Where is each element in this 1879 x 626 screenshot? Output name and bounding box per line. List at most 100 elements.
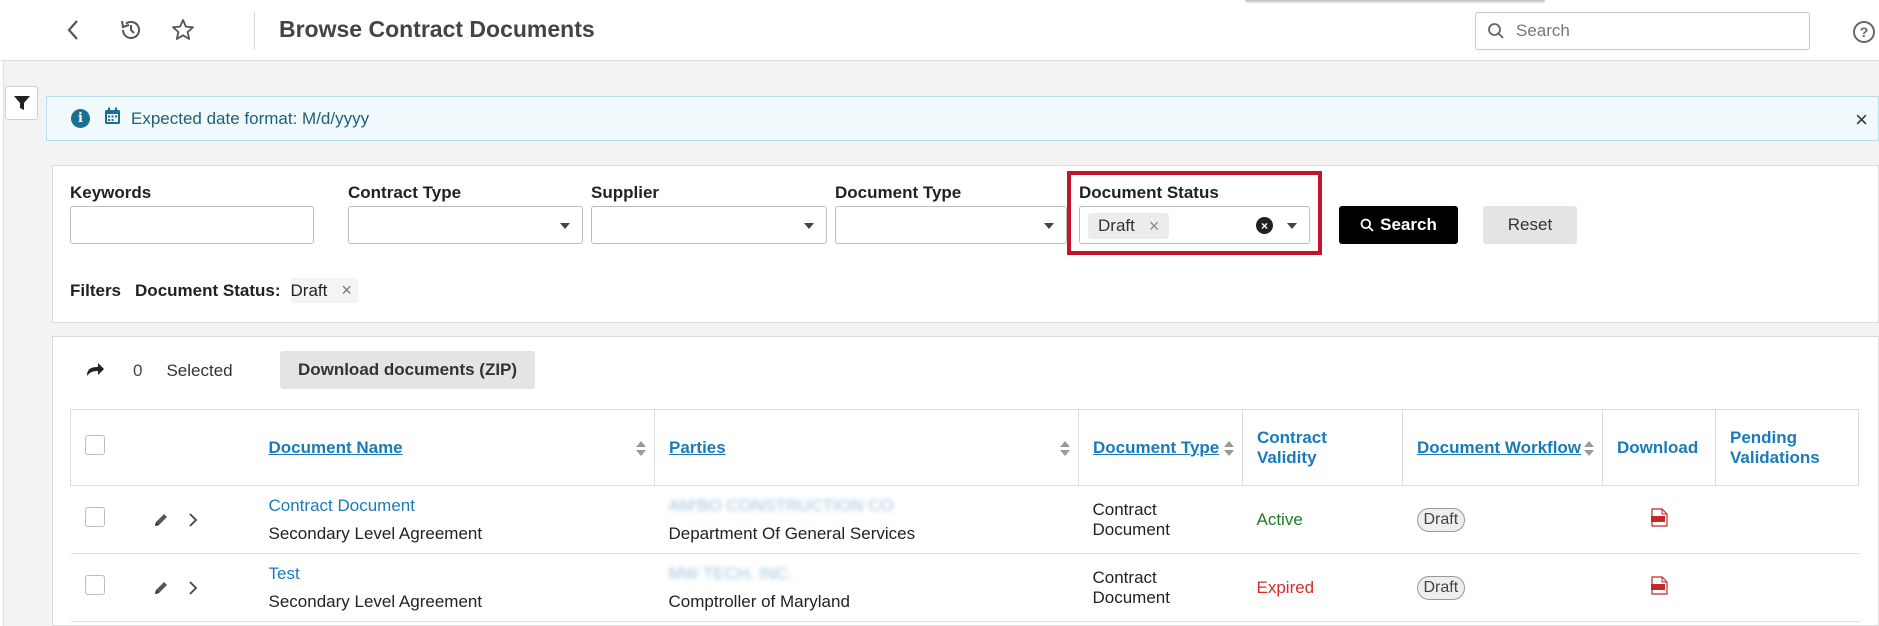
col-contract-validity-label: Contract Validity: [1257, 427, 1327, 467]
col-document-workflow-label[interactable]: Document Workflow: [1417, 438, 1581, 457]
sort-icon[interactable]: [1584, 441, 1594, 457]
document-type-cell: Contract Document: [1078, 553, 1243, 622]
pending-validations-cell: [1715, 485, 1859, 554]
app-header: Browse Contract Documents ?: [0, 0, 1879, 61]
close-icon[interactable]: ×: [1855, 107, 1868, 133]
col-pending-validations-label: Pending Validations: [1730, 427, 1820, 467]
col-contract-validity: Contract Validity: [1242, 409, 1403, 486]
star-icon[interactable]: [168, 14, 198, 46]
table-row: Contract Document Secondary Level Agreem…: [70, 485, 1859, 554]
status-chip: Draft ×: [1088, 213, 1170, 239]
chevron-down-icon: [1044, 223, 1054, 229]
party-redacted: AM'BO CONSTRUCTION CO: [668, 495, 894, 515]
row-actions: [137, 485, 255, 554]
global-search[interactable]: [1475, 12, 1810, 50]
calendar-icon: [104, 107, 121, 130]
document-type-select[interactable]: [835, 206, 1067, 244]
validity-cell: Expired: [1242, 553, 1403, 622]
col-parties[interactable]: Parties: [654, 409, 1079, 486]
document-name-link[interactable]: Contract Document: [269, 496, 641, 516]
row-checkbox[interactable]: [84, 575, 105, 595]
help-icon[interactable]: ?: [1853, 21, 1875, 43]
keywords-label: Keywords: [70, 183, 152, 202]
reset-button[interactable]: Reset: [1483, 206, 1577, 244]
agreement-type: Secondary Level Agreement: [268, 523, 483, 543]
chevron-down-icon: [560, 223, 570, 229]
search-icon: [1360, 218, 1374, 232]
edit-icon[interactable]: [152, 511, 170, 529]
col-parties-label[interactable]: Parties: [669, 438, 726, 457]
applied-filter-value: Draft: [290, 280, 328, 300]
status-chip-label: Draft: [1098, 216, 1135, 235]
col-download: Download: [1602, 409, 1716, 486]
contract-type-label: Contract Type: [348, 183, 462, 202]
page-title: Browse Contract Documents: [279, 16, 595, 42]
col-document-workflow[interactable]: Document Workflow: [1402, 409, 1603, 486]
row-select-cell: [70, 553, 138, 622]
edit-icon[interactable]: [152, 579, 170, 597]
col-document-type-label[interactable]: Document Type: [1093, 438, 1219, 457]
party-name: Comptroller of Maryland: [668, 591, 850, 611]
document-type-label: Document Type: [835, 183, 962, 202]
sort-icon[interactable]: [1224, 441, 1234, 457]
filters-title: Filters: [70, 280, 122, 300]
chevron-down-icon: [804, 223, 814, 229]
filter-toggle-button[interactable]: [5, 86, 38, 120]
chevron-down-icon[interactable]: [1287, 223, 1297, 229]
back-icon[interactable]: [58, 14, 88, 46]
banner-text: Expected date format: M/d/yyyy: [131, 108, 370, 128]
row-actions: [137, 553, 255, 622]
applied-filters: Filters Document Status: Draft ×: [70, 278, 358, 303]
download-zip-button[interactable]: Download documents (ZIP): [280, 351, 535, 389]
keywords-input[interactable]: [70, 206, 314, 244]
document-name-cell: Contract Document Secondary Level Agreem…: [254, 485, 655, 554]
col-document-name-label[interactable]: Document Name: [269, 438, 403, 457]
search-input[interactable]: [1516, 21, 1801, 41]
remove-filter-icon[interactable]: ×: [341, 280, 352, 301]
chevron-right-icon[interactable]: [188, 580, 198, 596]
search-button[interactable]: Search: [1339, 206, 1458, 244]
download-cell: [1602, 553, 1716, 622]
applied-filter-name: Document Status:: [135, 280, 281, 300]
table-header-row: Document Name Parties Document Type Cont…: [70, 409, 1859, 486]
party-name: Department Of General Services: [668, 523, 916, 543]
row-checkbox[interactable]: [84, 507, 105, 527]
chip-remove-icon[interactable]: ×: [1149, 216, 1160, 237]
workflow-cell: Draft: [1402, 485, 1603, 554]
selected-label: Selected: [166, 361, 233, 380]
chevron-right-icon[interactable]: [188, 512, 198, 528]
col-document-name[interactable]: Document Name: [254, 409, 655, 486]
search-button-label: Search: [1380, 215, 1437, 234]
col-document-type[interactable]: Document Type: [1078, 409, 1243, 486]
col-download-label: Download: [1617, 437, 1699, 457]
pending-validations-cell: [1715, 553, 1859, 622]
workflow-badge: Draft: [1416, 507, 1466, 532]
select-all-checkbox[interactable]: [85, 435, 105, 455]
pdf-icon[interactable]: [1650, 507, 1668, 527]
workflow-cell: Draft: [1402, 553, 1603, 622]
left-strip: [0, 61, 4, 626]
header-shadow: [1245, 0, 1545, 4]
info-icon: i: [71, 109, 90, 128]
workflow-badge: Draft: [1416, 575, 1466, 600]
supplier-select[interactable]: [591, 206, 827, 244]
validity-cell: Active: [1242, 485, 1403, 554]
share-icon[interactable]: [85, 361, 107, 382]
party-redacted: MW TECH, INC.: [668, 563, 793, 583]
document-name-link[interactable]: Test: [269, 564, 641, 584]
select-all-cell: [70, 409, 138, 486]
applied-filter-chip: Draft ×: [290, 278, 358, 303]
clear-icon[interactable]: ×: [1256, 217, 1273, 234]
pdf-icon[interactable]: [1650, 575, 1668, 595]
document-status-label: Document Status: [1079, 183, 1219, 202]
filter-icon: [13, 96, 30, 110]
table-row: Test Secondary Level Agreement MW TECH, …: [70, 553, 1859, 622]
history-icon[interactable]: [116, 14, 146, 46]
results-toolbar: 0 Selected: [85, 352, 233, 390]
actions-header: [137, 409, 255, 486]
document-status-select[interactable]: Draft × ×: [1079, 206, 1310, 244]
sort-icon[interactable]: [636, 441, 646, 457]
contract-type-select[interactable]: [348, 206, 583, 244]
sort-icon[interactable]: [1060, 441, 1070, 457]
download-cell: [1602, 485, 1716, 554]
